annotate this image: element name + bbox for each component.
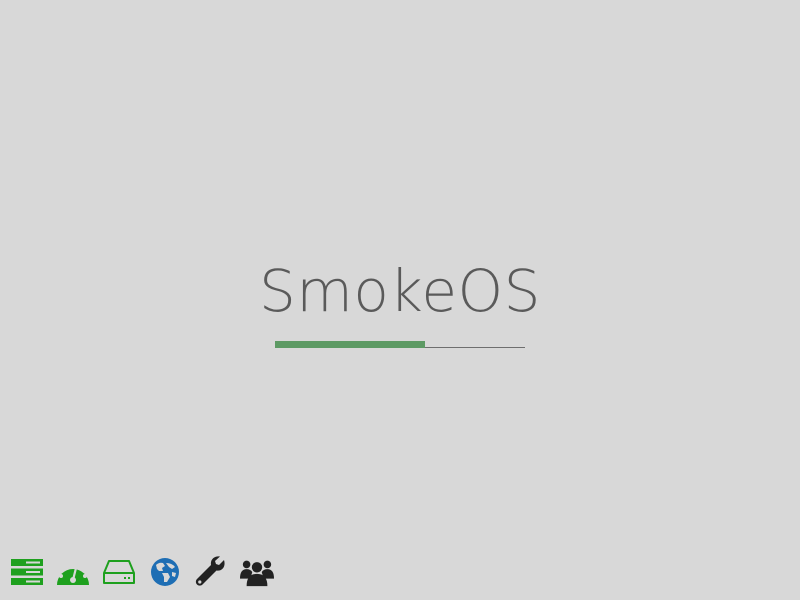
boot-splash: SmokeOS — [0, 258, 800, 348]
hard-drive-icon[interactable] — [102, 555, 136, 589]
dashboard-gauge-icon[interactable] — [56, 555, 90, 589]
boot-screen: SmokeOS — [0, 0, 800, 600]
server-icon[interactable] — [10, 555, 44, 589]
os-title: SmokeOS — [259, 257, 541, 325]
progress-fill — [275, 341, 425, 348]
globe-icon[interactable] — [148, 555, 182, 589]
wrench-icon[interactable] — [194, 555, 228, 589]
boot-progress-bar — [275, 340, 525, 348]
status-icon-bar — [10, 555, 286, 589]
users-group-icon[interactable] — [240, 555, 274, 589]
